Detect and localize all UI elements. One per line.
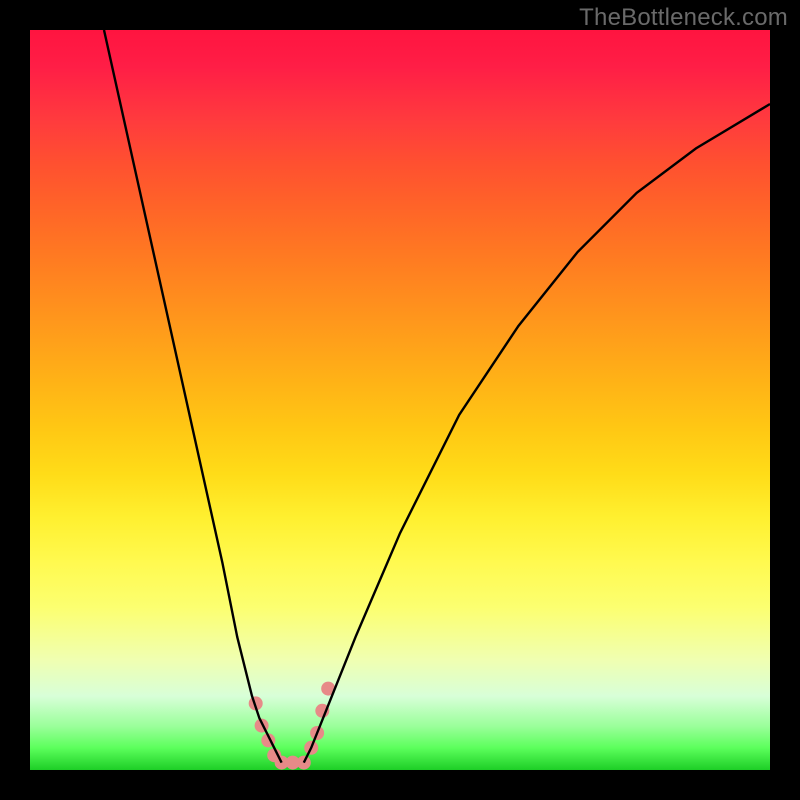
bottleneck-curve	[30, 30, 770, 770]
plot-area	[30, 30, 770, 770]
curve-left-branch	[104, 30, 282, 763]
trough-markers	[249, 682, 336, 770]
watermark-text: TheBottleneck.com	[579, 4, 788, 32]
curve-right-branch	[304, 104, 770, 763]
